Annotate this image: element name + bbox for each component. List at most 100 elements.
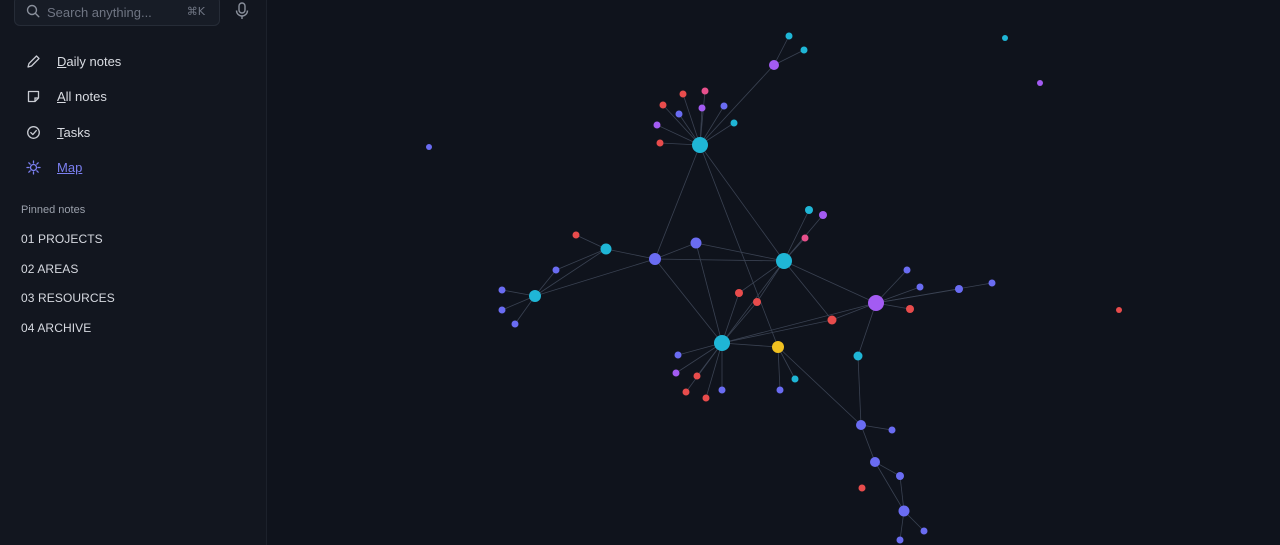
search-shortcut: ⌘K [186,5,205,18]
graph-edge [534,258,656,297]
graph-edge [662,104,701,146]
graph-edge [721,302,877,344]
graph-edge [783,260,833,321]
graph-node[interactable] [672,369,680,377]
graph-node[interactable] [649,253,661,265]
graph-node[interactable] [511,320,519,328]
graph-node[interactable] [868,295,884,311]
graph-node[interactable] [600,243,612,255]
pinned-note-archive[interactable]: 04 ARCHIVE [21,321,115,351]
graph-node[interactable] [1002,35,1008,41]
nav-label: Tasks [57,124,91,140]
graph-edge [721,342,779,348]
map-icon [26,160,41,175]
graph-node[interactable] [693,372,701,380]
graph-node[interactable] [426,144,432,150]
nav-all-notes[interactable]: All notes [20,84,121,110]
graph-node[interactable] [730,119,738,127]
graph-node[interactable] [819,211,827,219]
graph-node[interactable] [858,484,866,492]
graph-node[interactable] [653,121,661,129]
graph-node[interactable] [805,206,813,214]
graph-node[interactable] [656,139,664,147]
nav-tasks[interactable]: Tasks [20,119,121,145]
graph-node[interactable] [682,388,690,396]
graph-edge [654,258,785,262]
graph-node[interactable] [572,231,580,239]
graph-node[interactable] [920,527,928,535]
graph-node[interactable] [702,394,710,402]
graph-edge [654,258,723,344]
graph-edge [685,342,723,393]
graph-node[interactable] [690,237,702,249]
search-box[interactable]: ⌘K [14,0,220,26]
graph-node[interactable] [659,101,667,109]
graph-node[interactable] [692,137,708,153]
graph-node[interactable] [791,375,799,383]
pinned-note-resources[interactable]: 03 RESOURCES [21,291,115,321]
graph-node[interactable] [714,335,730,351]
graph-node[interactable] [753,298,761,306]
graph-edge [695,242,785,262]
nav-label: Daily notes [57,53,122,69]
graph-edge [874,461,905,512]
pinned-note-projects[interactable]: 01 PROJECTS [21,232,115,262]
graph-node[interactable] [827,315,837,325]
graph-node[interactable] [896,536,904,544]
search-input[interactable] [47,2,187,22]
graph-node[interactable] [720,102,728,110]
graph-node[interactable] [675,110,683,118]
nav-label: Map [57,160,83,175]
graph-node[interactable] [856,420,866,430]
graph-node[interactable] [888,426,896,434]
nav-label: All notes [57,89,107,104]
graph-node[interactable] [772,341,784,353]
pinned-note-areas[interactable]: 02 AREAS [21,262,115,292]
graph-map-canvas[interactable] [268,0,1280,545]
graph-node[interactable] [776,253,792,269]
graph-node[interactable] [498,306,506,314]
graph-edge [777,346,781,391]
graph-node[interactable] [701,87,709,95]
graph-node[interactable] [1116,307,1122,313]
sidebar: ⌘K Daily notes All notes Tasks [0,0,267,545]
graph-node[interactable] [674,351,682,359]
check-circle-icon [27,125,40,139]
graph-node[interactable] [955,285,963,293]
pencil-icon [27,54,40,68]
graph-node[interactable] [870,457,880,467]
graph-node[interactable] [552,266,560,274]
graph-edge [699,144,785,262]
graph-node[interactable] [698,104,706,112]
graph-edge [777,346,862,426]
graph-node[interactable] [898,505,910,517]
graph-node[interactable] [1037,80,1043,86]
nav-map[interactable]: Map [20,155,121,181]
graph-node[interactable] [529,290,541,302]
graph-node[interactable] [800,46,808,54]
pinned-notes-list: 01 PROJECTS 02 AREAS 03 RESOURCES 04 ARC… [21,232,115,350]
microphone-icon[interactable] [234,2,250,20]
note-icon [27,90,40,103]
graph-node[interactable] [903,266,911,274]
graph-node[interactable] [801,234,809,242]
graph-node[interactable] [718,386,726,394]
graph-node[interactable] [679,90,687,98]
graph-node[interactable] [906,305,914,313]
graph-node[interactable] [735,289,743,297]
graph-node[interactable] [776,386,784,394]
graph-node[interactable] [916,283,924,291]
graph-node[interactable] [853,351,863,361]
graph-edge [857,302,877,357]
graph-edge [654,242,697,260]
graph-node[interactable] [769,60,779,70]
graph-edge [699,64,775,146]
graph-node[interactable] [498,286,506,294]
graph-node[interactable] [785,32,793,40]
graph-node[interactable] [896,472,904,480]
graph-node[interactable] [988,279,996,287]
nav-daily-notes[interactable]: Daily notes [20,48,121,74]
graph-edge [605,248,656,260]
main-nav: Daily notes All notes Tasks Map [20,48,121,190]
pinned-notes-heading: Pinned notes [21,204,86,216]
